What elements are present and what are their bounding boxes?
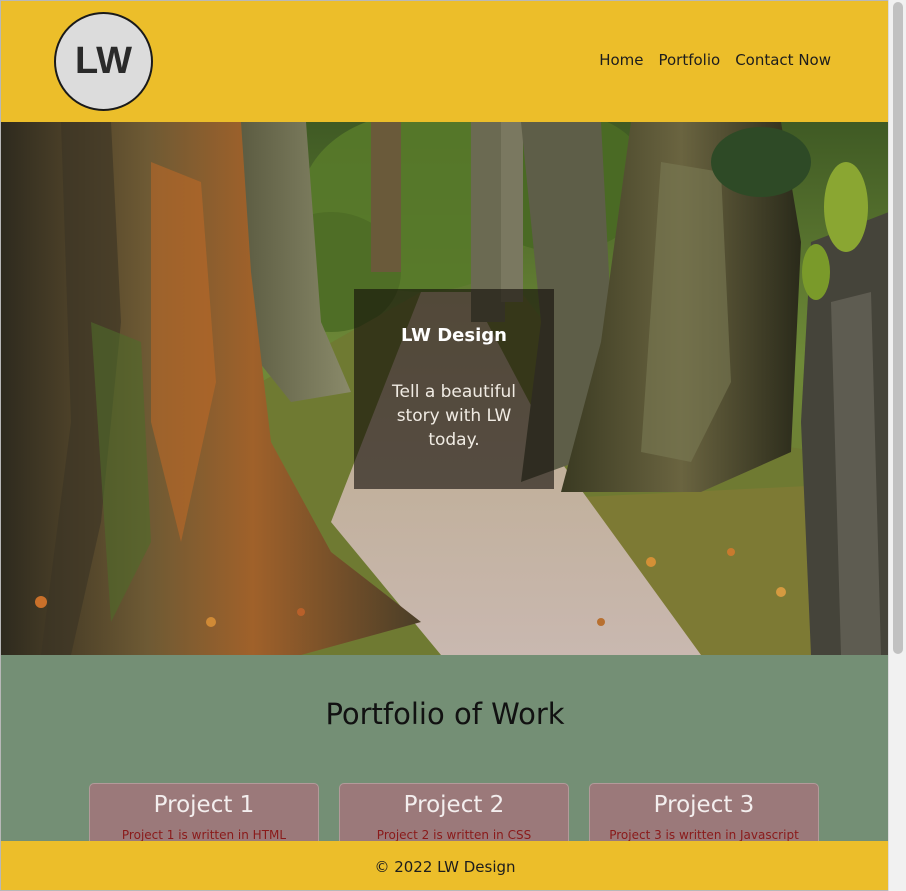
- main-nav: Home Portfolio Contact Now: [599, 51, 831, 69]
- vertical-scrollbar[interactable]: [888, 0, 906, 891]
- project-name: Project 2: [403, 792, 505, 818]
- nav-link-contact[interactable]: Contact Now: [735, 51, 831, 69]
- project-name: Project 1: [153, 792, 255, 818]
- hero-title: LW Design: [401, 325, 507, 346]
- project-desc: Project 2 is written in CSS: [376, 828, 532, 842]
- hero-banner: LW Design Tell a beautiful story with LW…: [1, 122, 888, 655]
- nav-link-portfolio[interactable]: Portfolio: [658, 51, 720, 69]
- project-name: Project 3: [653, 792, 755, 818]
- project-desc: Project 3 is written in Javascript: [609, 828, 799, 842]
- site-logo[interactable]: LW: [54, 12, 153, 111]
- hero-caption-card: LW Design Tell a beautiful story with LW…: [354, 289, 554, 489]
- page: LW Home Portfolio Contact Now LW Design …: [0, 0, 888, 891]
- footer-copyright: © 2022 LW Design: [374, 857, 516, 876]
- portfolio-title: Portfolio of Work: [325, 697, 565, 731]
- hero-tagline: Tell a beautiful story with LW today.: [392, 382, 516, 450]
- site-header: LW Home Portfolio Contact Now: [1, 1, 888, 122]
- site-footer: © 2022 LW Design: [1, 841, 888, 890]
- nav-link-home[interactable]: Home: [599, 51, 643, 69]
- scrollbar-thumb[interactable]: [893, 2, 903, 654]
- project-desc: Project 1 is written in HTML: [121, 828, 287, 842]
